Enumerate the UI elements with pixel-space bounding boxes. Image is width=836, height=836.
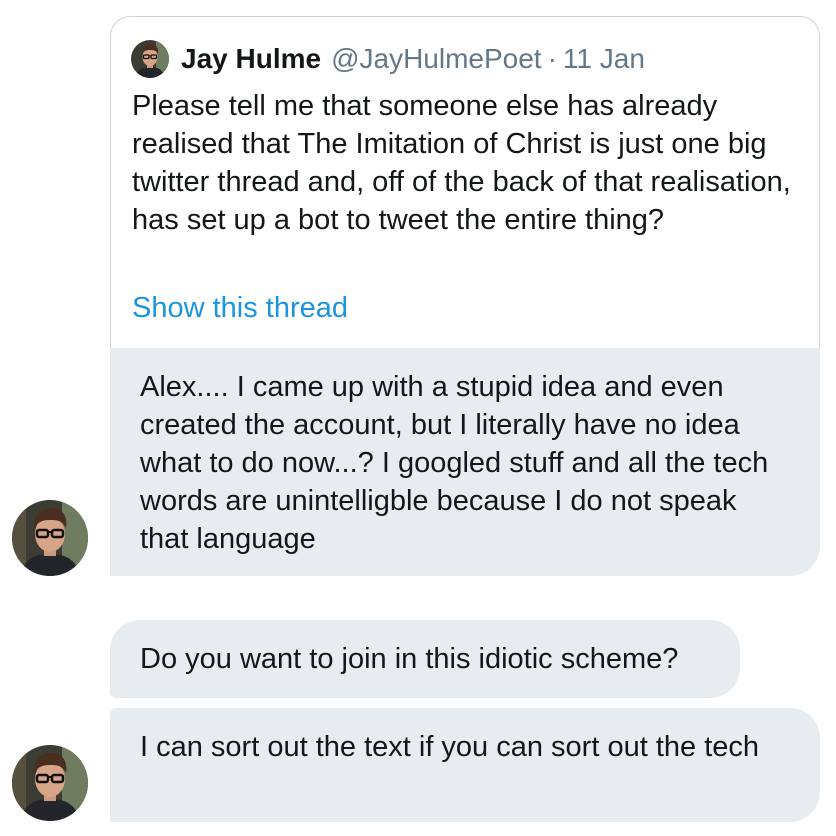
- author-name[interactable]: Jay Hulme: [181, 43, 321, 75]
- user-avatar-icon[interactable]: [131, 40, 169, 78]
- tweet-header: Jay Hulme @JayHulmePoet · 11 Jan: [131, 39, 645, 79]
- show-thread-link[interactable]: Show this thread: [132, 289, 348, 327]
- message-bubble: Do you want to join in this idiotic sche…: [110, 620, 740, 698]
- tweet-text: Please tell me that someone else has alr…: [132, 90, 791, 236]
- message-text: Do you want to join in this idiotic sche…: [140, 643, 679, 675]
- message-bubble: Alex.... I came up with a stupid idea an…: [110, 348, 820, 576]
- sender-avatar-icon[interactable]: [12, 500, 88, 576]
- tweet-date[interactable]: 11 Jan: [563, 43, 645, 75]
- quoted-tweet-card[interactable]: Jay Hulme @JayHulmePoet · 11 Jan Please …: [110, 16, 820, 348]
- sender-avatar-icon[interactable]: [12, 745, 88, 821]
- message-text: I can sort out the text if you can sort …: [140, 731, 760, 763]
- author-handle[interactable]: @JayHulmePoet: [331, 43, 542, 75]
- message-bubble: I can sort out the text if you can sort …: [110, 708, 820, 822]
- header-separator: ·: [547, 43, 557, 74]
- message-text: Alex.... I came up with a stupid idea an…: [140, 371, 769, 555]
